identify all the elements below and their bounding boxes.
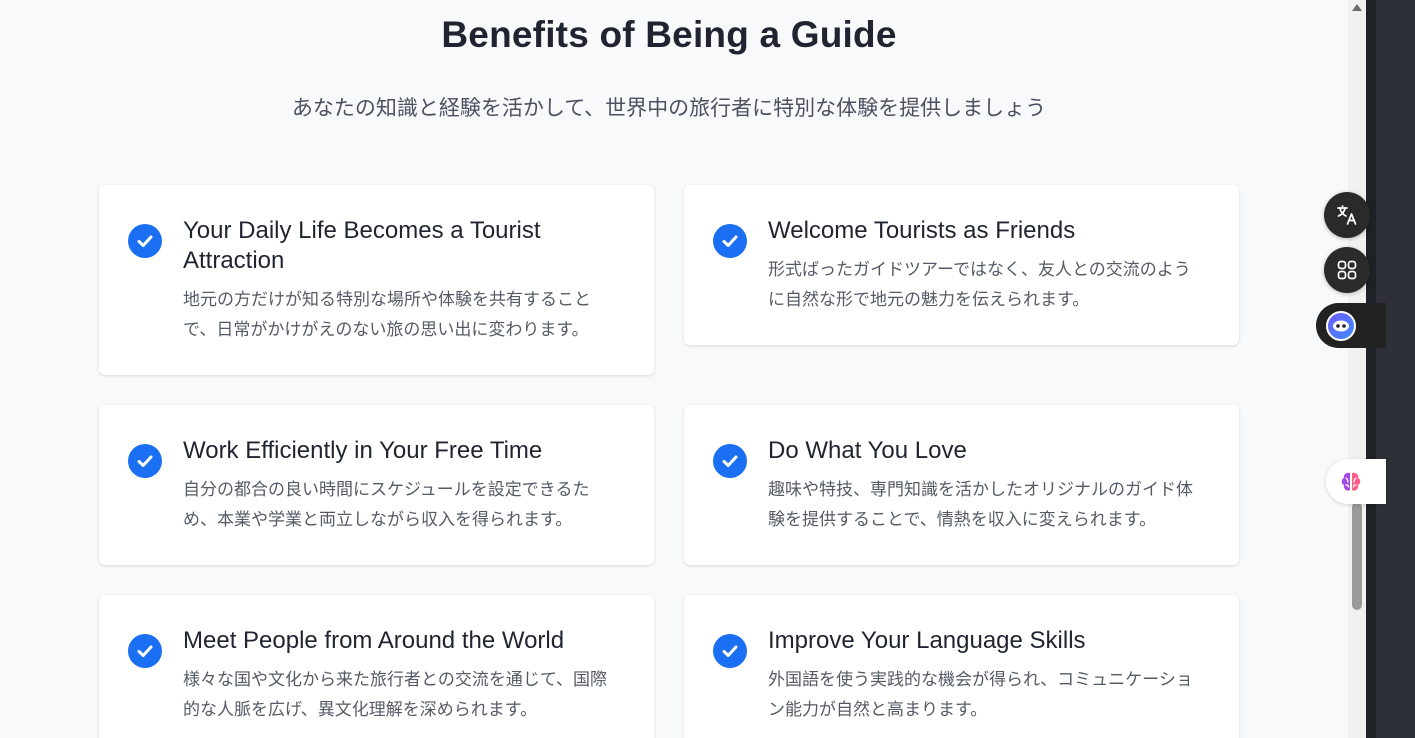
check-circle-icon	[128, 444, 162, 478]
benefit-title: Your Daily Life Becomes a Tourist Attrac…	[183, 217, 541, 274]
benefit-card: Improve Your Language Skills 外国語を使う実践的な機…	[684, 595, 1239, 738]
check-circle-icon	[128, 224, 162, 258]
brain-icon	[1341, 472, 1361, 491]
benefit-title: Welcome Tourists as Friends	[768, 217, 1076, 244]
page-title: Benefits of Being a Guide	[441, 14, 897, 55]
benefit-title: Do What You Love	[768, 437, 967, 464]
assistant-face-icon	[1326, 310, 1356, 341]
page-subtitle: あなたの知識と経験を活かして、世界中の旅行者に特別な体験を提供しましょう	[291, 96, 1047, 120]
benefit-description: 形式ばったガイドツアーではなく、友人との交流のように自然な形で地元の魅力を伝えら…	[768, 260, 1191, 310]
brain-assistant-button[interactable]	[1326, 459, 1386, 504]
translate-button[interactable]	[1324, 192, 1370, 238]
scrollbar-thumb[interactable]	[1352, 502, 1362, 610]
assistant-button[interactable]	[1316, 303, 1386, 348]
translate-icon	[1337, 205, 1357, 225]
apps-button[interactable]	[1324, 247, 1370, 293]
benefit-description: 様々な国や文化から来た旅行者との交流を通じて、国際的な人脈を広げ、異文化理解を深…	[183, 670, 607, 720]
benefit-card: Do What You Love 趣味や特技、専門知識を活かしたオリジナルのガイ…	[684, 405, 1239, 565]
benefit-description: 外国語を使う実践的な機会が得られ、コミュニケーション能力が自然と高まります。	[768, 670, 1193, 720]
scroll-up-arrow-icon[interactable]	[1351, 3, 1363, 13]
apps-grid-icon	[1337, 260, 1357, 280]
benefit-card: Work Efficiently in Your Free Time 自分の都合…	[99, 405, 654, 565]
benefit-card: Your Daily Life Becomes a Tourist Attrac…	[99, 185, 654, 375]
benefit-title: Improve Your Language Skills	[768, 627, 1086, 654]
scrollbar-track[interactable]	[1348, 0, 1366, 738]
check-circle-icon	[713, 224, 747, 258]
check-circle-icon	[713, 634, 747, 668]
benefit-card: Welcome Tourists as Friends 形式ばったガイドツアーで…	[684, 185, 1239, 345]
check-circle-icon	[713, 444, 747, 478]
benefit-description: 地元の方だけが知る特別な場所や体験を共有することで、日常がかけがえのない旅の思い…	[183, 290, 591, 340]
side-panel-edge	[1366, 0, 1376, 738]
benefit-title: Work Efficiently in Your Free Time	[183, 437, 543, 464]
benefit-description: 趣味や特技、専門知識を活かしたオリジナルのガイド体験を提供することで、情熱を収入…	[768, 480, 1193, 530]
benefit-description: 自分の都合の良い時間にスケジュールを設定できるため、本業や学業と両立しながら収入…	[183, 480, 590, 530]
check-circle-icon	[128, 634, 162, 668]
benefit-card: Meet People from Around the World 様々な国や文…	[99, 595, 654, 738]
benefit-title: Meet People from Around the World	[183, 627, 565, 654]
page: Benefits of Being a Guide あなたの知識と経験を活かして…	[0, 0, 1348, 738]
